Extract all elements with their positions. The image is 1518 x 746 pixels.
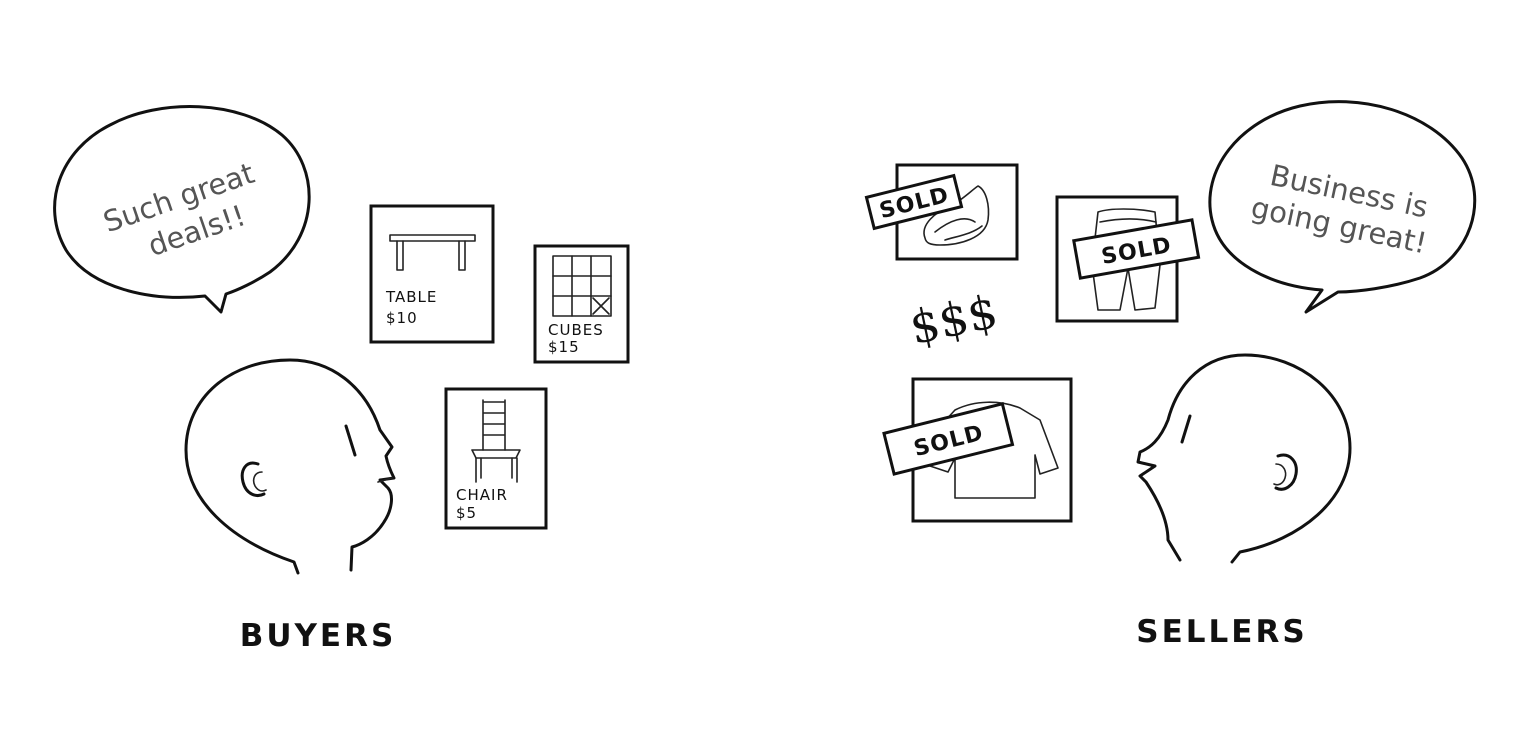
sellers-group: Business is going great! SOLD SOLD $$$ S… xyxy=(864,100,1477,650)
sold-item-shirt: SOLD xyxy=(882,377,1073,523)
item-price-chair: $5 xyxy=(456,504,477,522)
buyers-sellers-illustration: Such great deals!! TABLE $10 CUBES $15 C… xyxy=(53,100,1477,654)
item-price-table: $10 xyxy=(386,309,418,327)
sold-item-shoe: SOLD xyxy=(864,163,1019,261)
item-name-table: TABLE xyxy=(385,288,437,306)
buyers-group: Such great deals!! TABLE $10 CUBES $15 C… xyxy=(53,105,630,654)
buyers-label: BUYERS xyxy=(240,618,397,654)
sellers-speech-bubble: Business is going great! xyxy=(1208,100,1477,314)
item-name-cubes: CUBES xyxy=(548,321,604,339)
item-price-cubes: $15 xyxy=(548,338,580,356)
item-card-table: TABLE $10 xyxy=(369,204,495,344)
seller-head xyxy=(1136,353,1352,564)
item-card-cubes: CUBES $15 xyxy=(533,244,630,364)
money-symbols: $$$ xyxy=(905,284,1002,355)
sold-item-pants: SOLD xyxy=(1055,195,1201,323)
item-name-chair: CHAIR xyxy=(456,486,508,504)
buyers-speech-bubble: Such great deals!! xyxy=(53,105,311,314)
item-card-chair: CHAIR $5 xyxy=(444,387,548,530)
sellers-label: SELLERS xyxy=(1136,614,1307,650)
buyer-head xyxy=(184,358,396,575)
